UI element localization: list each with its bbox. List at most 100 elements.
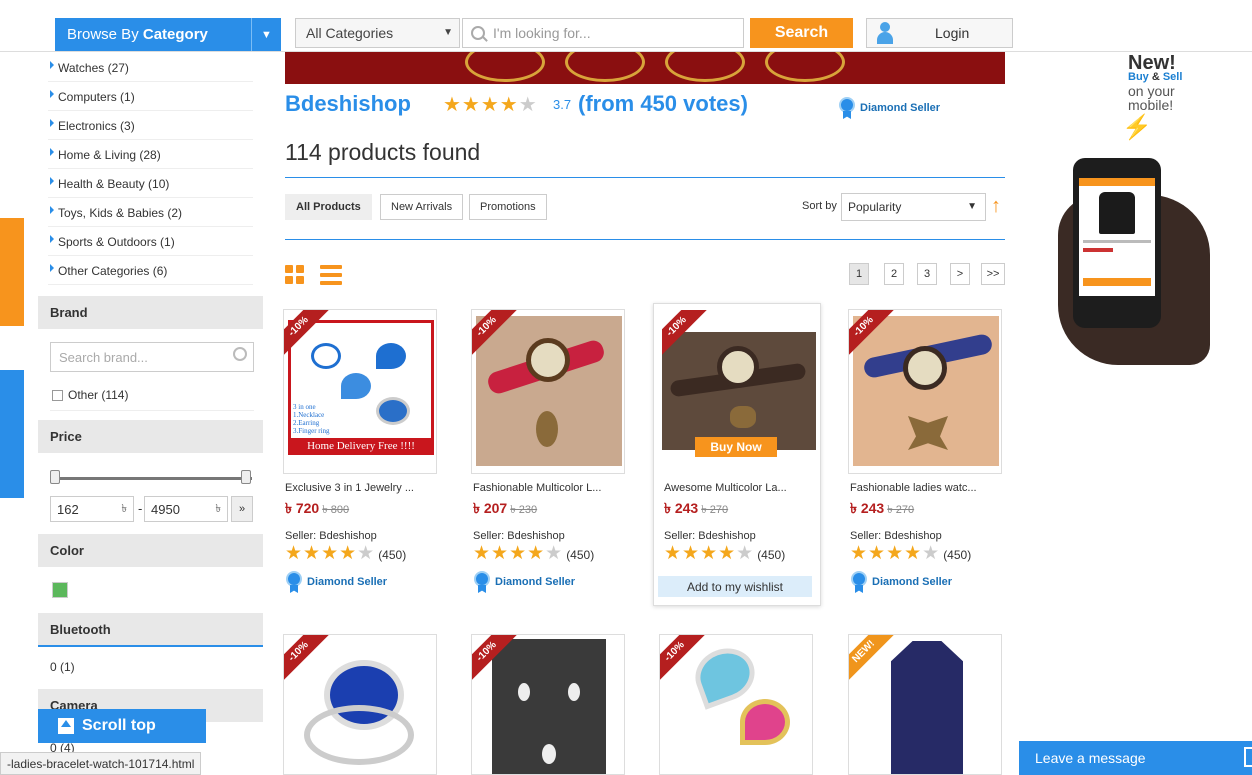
diamond-seller-badge: Diamond Seller [838,97,940,119]
login-label: Login [935,25,970,41]
product-image[interactable]: -10% [659,634,813,775]
price-slider-track[interactable] [50,477,252,480]
triangle-bullet-icon [50,264,54,272]
category-select[interactable]: All Categories ▼ [295,18,460,48]
discount-ribbon: -10% [284,310,336,362]
search-icon [471,26,485,40]
brand-search-input[interactable]: Search brand... [50,342,254,372]
product-image[interactable]: -10% [848,309,1002,474]
price-slider-min-handle[interactable] [50,470,60,484]
category-item[interactable]: Computers (1) [48,83,253,111]
diamond-seller-icon [838,97,856,119]
category-label: Watches (27) [58,60,129,75]
page-last[interactable]: >> [981,263,1005,285]
leave-message-button[interactable]: Leave a message [1019,741,1252,775]
product-name[interactable]: Exclusive 3 in 1 Jewelry ... [285,482,445,494]
bluetooth-heading: Bluetooth [38,613,263,646]
page-2[interactable]: 2 [884,263,904,285]
sort-label: Sort by [802,200,837,212]
sort-select[interactable]: Popularity ▼ [841,193,986,221]
search-input[interactable]: I'm looking for... [462,18,744,48]
product-image[interactable]: 3 in one 1.Necklace 2.Earring 3.Finger r… [283,309,437,474]
product-rating: ★★★★★ (450) [285,543,407,564]
product-image[interactable]: Buy Now -10% [662,310,816,475]
category-label: Computers (1) [58,89,135,104]
triangle-bullet-icon [50,148,54,156]
price-max-input[interactable]: 4950 ৳ [144,496,228,522]
list-view-icon[interactable] [320,265,342,285]
triangle-bullet-icon [50,119,54,127]
product-price: ৳ 720 ৳ 800 [285,500,350,516]
edge-promo-orange [0,218,24,326]
page-3[interactable]: 3 [917,263,937,285]
category-item[interactable]: Sports & Outdoors (1) [48,228,253,256]
discount-ribbon: -10% [849,310,901,362]
product-price: ৳ 207 ৳ 230 [473,500,538,516]
category-label: Toys, Kids & Babies (2) [58,205,183,220]
category-item[interactable]: Health & Beauty (10) [48,170,253,198]
category-item[interactable]: Toys, Kids & Babies (2) [48,199,253,227]
currency-sign: ৳ [121,502,127,515]
chevron-down-icon[interactable]: ▼ [251,18,281,51]
discount-ribbon: -10% [284,635,336,687]
dropdown-arrow-icon: ▼ [443,27,453,38]
price-min-input[interactable]: 162 ৳ [50,496,134,522]
triangle-bullet-icon [50,206,54,214]
category-select-value: All Categories [306,25,394,41]
checkbox[interactable] [52,390,63,402]
shop-rating-score: 3.7 [553,97,572,112]
add-to-wishlist-button[interactable]: Add to my wishlist [658,576,812,597]
discount-ribbon: -10% [472,635,524,687]
category-item[interactable]: Watches (27) [48,54,253,82]
price-slider-max-handle[interactable] [241,470,251,484]
search-button[interactable]: Search [750,18,853,48]
buy-now-button[interactable]: Buy Now [695,437,777,457]
product-image[interactable]: -10% [471,309,625,474]
search-icon [233,347,247,361]
color-swatch-green[interactable] [52,582,68,598]
product-image[interactable]: -10% [283,634,437,775]
delivery-banner: Home Delivery Free !!!! [288,438,434,455]
discount-ribbon: -10% [472,310,524,362]
phone-ad-image[interactable] [1073,158,1161,328]
grid-view-icon[interactable] [285,265,305,285]
tab-new-arrivals[interactable]: New Arrivals [380,194,464,220]
price-apply-button[interactable]: » [231,496,253,522]
product-image[interactable]: NEW! [848,634,1002,775]
product-name[interactable]: Fashionable ladies watc... [850,482,1010,494]
category-item[interactable]: Other Categories (6) [48,257,253,285]
shop-name[interactable]: Bdeshishop [285,91,411,117]
ad-buy-sell: Buy & Sell [1128,71,1183,83]
product-price: ৳ 243 ৳ 270 [850,500,915,516]
shop-votes: (from 450 votes) [578,91,748,116]
login-button[interactable]: Login [866,18,1013,48]
bluetooth-option[interactable]: 0 (1) [50,660,75,674]
browse-by-category-button[interactable]: Browse By Category ▼ [55,18,281,51]
product-name[interactable]: Awesome Multicolor La... [664,482,824,494]
diamond-seller-badge: Diamond Seller [285,571,387,593]
category-item[interactable]: Home & Living (28) [48,141,253,169]
product-seller: Seller: Bdeshishop [850,530,942,542]
product-image[interactable]: -10% [471,634,625,775]
product-rating: ★★★★★ (450) [664,543,786,564]
product-rating: ★★★★★ (450) [850,543,972,564]
category-item[interactable]: Electronics (3) [48,112,253,140]
category-label: Electronics (3) [58,118,135,133]
discount-ribbon: -10% [662,310,714,362]
brand-other-option[interactable]: Other (114) [52,388,128,402]
category-label: Other Categories (6) [58,263,168,278]
tab-all-products[interactable]: All Products [285,194,372,220]
triangle-bullet-icon [50,90,54,98]
product-card-hovered[interactable]: Buy Now -10% Awesome Multicolor La... ৳ … [653,303,821,606]
diamond-seller-badge: Diamond Seller [473,571,575,593]
product-name[interactable]: Fashionable Multicolor L... [473,482,633,494]
page-1[interactable]: 1 [849,263,869,285]
shop-banner [285,52,1005,84]
status-bar-url: -ladies-bracelet-watch-101714.html [0,752,202,775]
diamond-seller-icon [473,571,491,593]
scroll-top-button[interactable]: Scroll top [38,709,206,743]
page-next[interactable]: > [950,263,970,285]
sort-direction-icon[interactable]: ↑ [991,195,1001,218]
sort-value: Popularity [848,200,902,214]
tab-promotions[interactable]: Promotions [469,194,547,220]
